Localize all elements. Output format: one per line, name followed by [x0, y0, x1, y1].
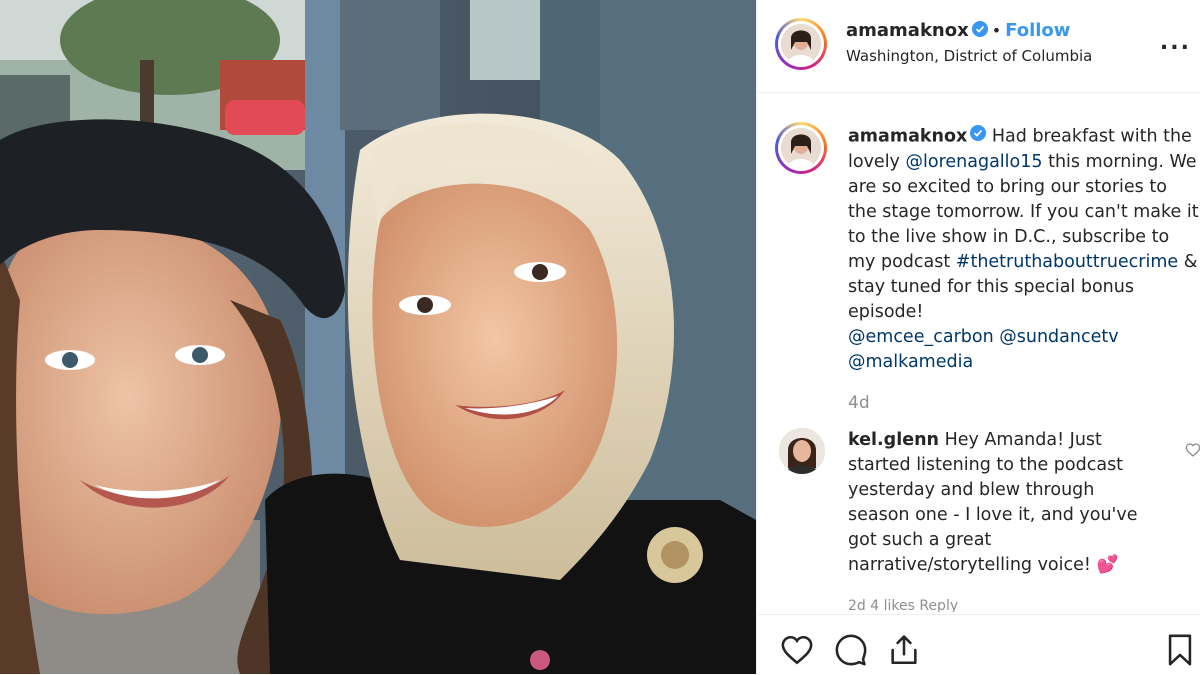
share-icon[interactable] — [887, 633, 921, 671]
comment-username[interactable]: kel.glenn — [848, 430, 939, 450]
hashtag-link[interactable]: #thetruthabouttruecrime — [956, 252, 1178, 272]
post-details-panel: amamaknox • Follow Washington, District of… — [756, 0, 1200, 674]
header-title-row: amamaknox • Follow — [846, 20, 1070, 42]
post-actions-bar — [757, 614, 1200, 675]
comment-meta: 2d 4 likes Reply — [848, 598, 959, 612]
comment-like-icon[interactable] — [1185, 442, 1200, 462]
mention-link[interactable]: @malkamedia — [848, 352, 973, 372]
follow-button[interactable]: Follow — [1005, 20, 1070, 41]
mention-link[interactable]: @emcee_carbon — [848, 327, 994, 347]
comment-icon[interactable] — [833, 633, 869, 671]
selfie-image — [0, 0, 756, 674]
post-header: amamaknox • Follow Washington, District of… — [757, 0, 1200, 93]
username-link[interactable]: amamaknox — [846, 20, 969, 41]
caption-avatar[interactable] — [775, 122, 827, 174]
mention-link[interactable]: @lorenagallo15 — [906, 152, 1043, 172]
location-link[interactable]: Washington, District of Columbia — [846, 47, 1092, 65]
separator-dot: • — [991, 21, 1002, 40]
more-options-icon[interactable]: ... — [1160, 30, 1191, 55]
comment-item: kel.glenn Hey Amanda! Just started liste… — [848, 428, 1158, 578]
comment-text: Hey Amanda! Just started listening to th… — [848, 430, 1138, 575]
avatar-image — [781, 128, 821, 168]
mention-link[interactable]: @sundancetv — [999, 327, 1118, 347]
avatar-picture-icon — [781, 128, 821, 168]
profile-avatar[interactable] — [775, 18, 827, 70]
post-timestamp[interactable]: 4d — [848, 393, 870, 413]
verified-badge-icon — [970, 124, 987, 149]
avatar-picture-icon — [781, 24, 821, 64]
avatar-image — [781, 24, 821, 64]
commenter-avatar[interactable] — [779, 428, 825, 474]
post-photo[interactable] — [0, 0, 756, 674]
instagram-post: amamaknox • Follow Washington, District of… — [0, 0, 1200, 674]
verified-badge-icon — [971, 20, 988, 42]
caption-username[interactable]: amamaknox — [848, 127, 967, 147]
post-caption: amamaknox Had breakfast with the lovely … — [848, 124, 1200, 375]
heart-icon[interactable] — [779, 633, 815, 671]
avatar-picture-icon — [779, 428, 825, 474]
bookmark-icon[interactable] — [1165, 633, 1195, 671]
